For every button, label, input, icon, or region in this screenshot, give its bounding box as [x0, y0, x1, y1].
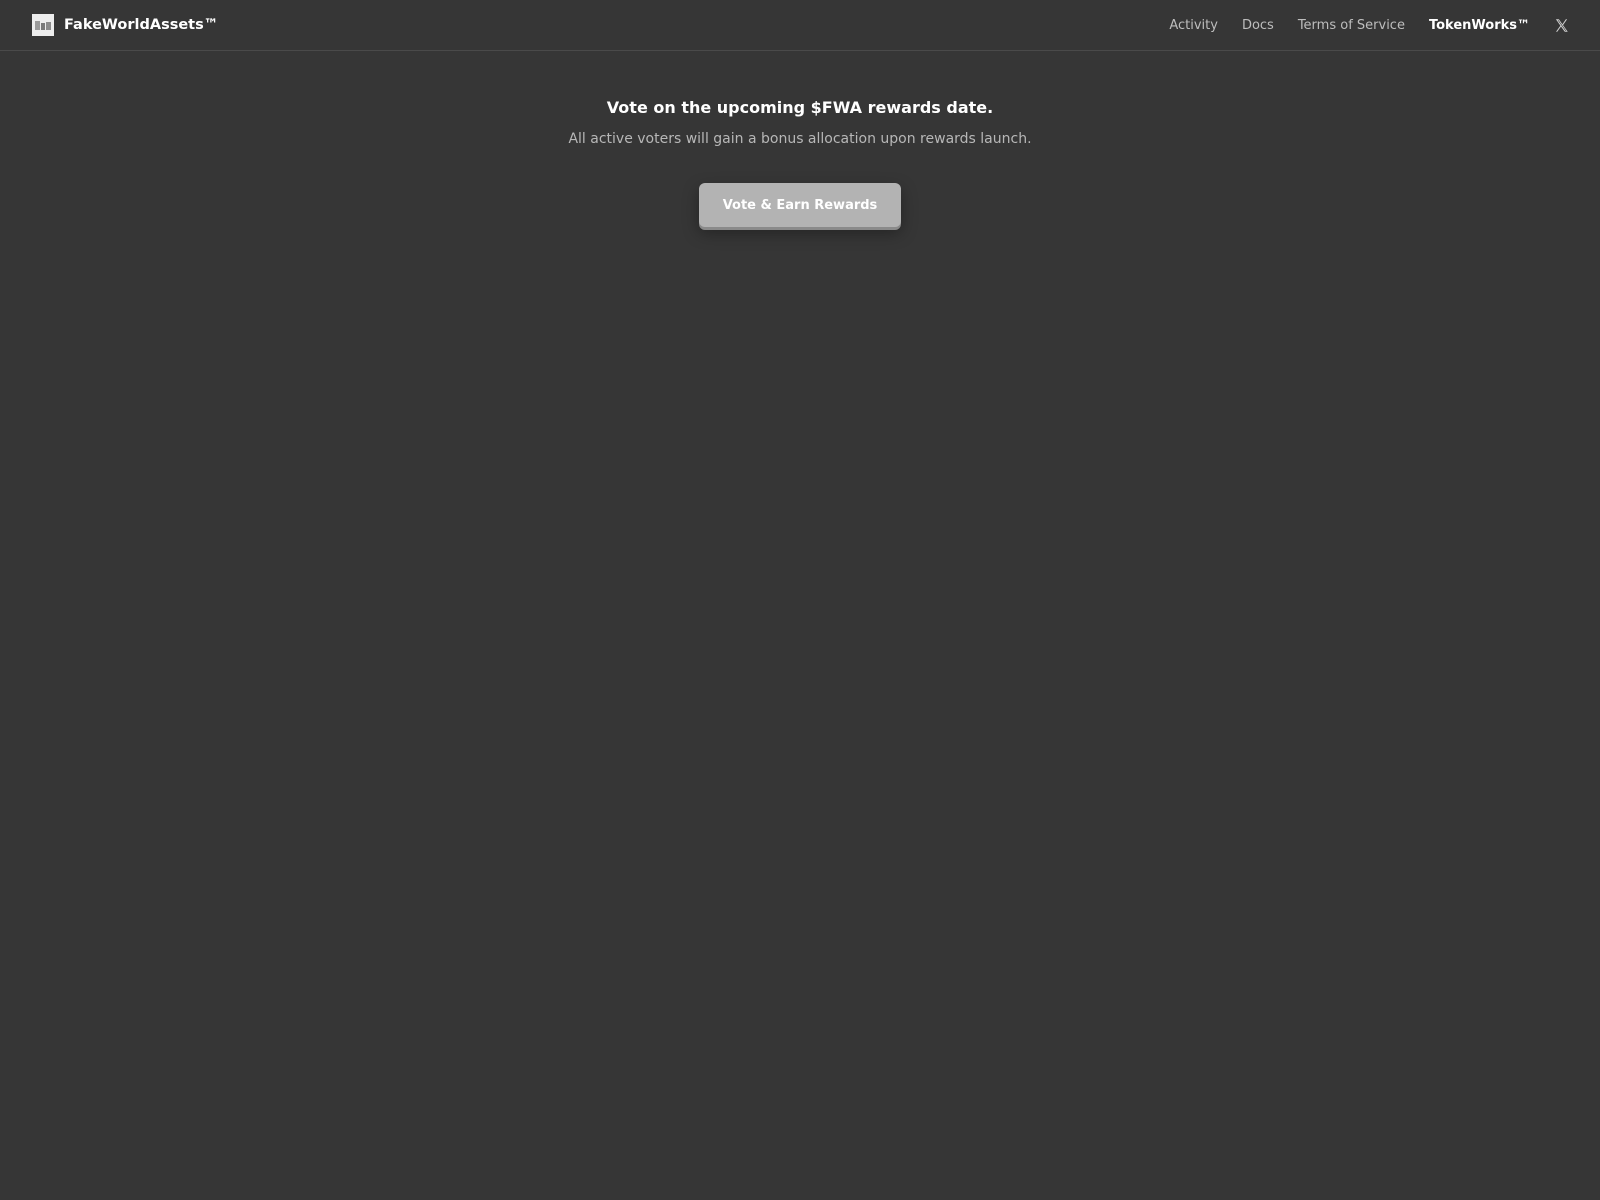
- hero-section: Vote on the upcoming $FWA rewards date. …: [0, 96, 1600, 227]
- x-twitter-icon[interactable]: [1552, 17, 1570, 35]
- brand-logo-icon: [32, 14, 54, 36]
- nav-activity-link[interactable]: Activity: [1169, 18, 1218, 33]
- brand-name: FakeWorldAssets™: [64, 17, 219, 33]
- main-nav: Activity Docs Terms of Service TokenWork…: [1145, 0, 1600, 51]
- brand-home-link[interactable]: FakeWorldAssets™: [32, 14, 218, 36]
- page-subtitle: All active voters will gain a bonus allo…: [568, 131, 1032, 147]
- page-title: Vote on the upcoming $FWA rewards date.: [606, 98, 994, 117]
- vote-earn-rewards-button[interactable]: Vote & Earn Rewards: [699, 183, 901, 227]
- top-navigation-bar: FakeWorldAssets™ Activity Docs Terms of …: [0, 0, 1600, 51]
- nav-tokenworks-link[interactable]: TokenWorks™: [1429, 18, 1530, 33]
- nav-docs-link[interactable]: Docs: [1242, 18, 1274, 33]
- nav-terms-link[interactable]: Terms of Service: [1298, 18, 1405, 33]
